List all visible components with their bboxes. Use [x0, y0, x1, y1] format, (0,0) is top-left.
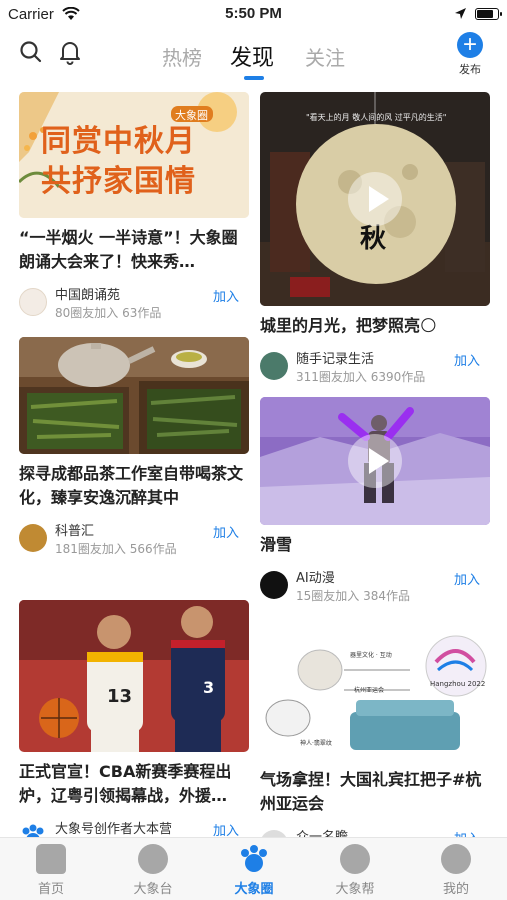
status-time: 5:50 PM	[225, 5, 282, 22]
tab-label: 大象台	[133, 882, 173, 897]
location-arrow-icon	[455, 8, 466, 19]
battery-icon	[475, 8, 502, 20]
circle-stats: 80圈友加入 63作品	[55, 306, 162, 320]
circle-stats: 311圈友加入 6390作品	[296, 370, 426, 384]
tab-hot[interactable]: 热榜	[162, 42, 202, 71]
author-name[interactable]: 科普汇	[55, 520, 94, 539]
card-thumbnail	[19, 337, 249, 454]
refresh-icon	[340, 844, 370, 874]
tab-label: 我的	[442, 882, 469, 897]
label-b: 杭州亚运会	[354, 687, 385, 694]
card-title: “一半烟火 一半诗意”！大象圈朗诵大会来了！快来秀…	[19, 228, 238, 271]
tab-daxiangtai[interactable]: 大象台	[113, 844, 193, 897]
card-thumbnail: 器里文化 · 互动 杭州亚运会 神人·翡翠纹 Hangzhou 2022	[260, 610, 490, 760]
card-meta: AI动漫 15圈友加入 384作品 加入	[260, 567, 490, 607]
card-thumbnail: "看天上的月 敬人间的风 过平凡的生活" 秋	[260, 92, 490, 306]
feed-tabs: 热榜 发现 关注	[150, 38, 360, 80]
card-thumbnail	[260, 397, 490, 525]
circle-stats: 181圈友加入 566作品	[55, 542, 177, 556]
publish-label: 发布	[459, 63, 481, 76]
banner-headline: 同赏中秋月 共抒家国情	[41, 124, 196, 199]
join-button[interactable]: 加入	[454, 569, 480, 588]
active-tab-indicator	[244, 76, 264, 80]
tab-label: 首页	[37, 882, 64, 897]
avatar[interactable]	[260, 571, 288, 599]
join-button[interactable]: 加入	[213, 286, 239, 305]
feed-card[interactable]: 13 3 正式官宣！CBA新赛季赛程出炉，辽粤引领揭幕战，外援… 大象号创作者大…	[19, 600, 249, 858]
label-c: 神人·翡翠纹	[300, 740, 332, 747]
author-name[interactable]: AI动漫	[296, 567, 335, 586]
jersey-number: 3	[203, 678, 215, 697]
status-bar: Carrier 5:50 PM	[0, 0, 507, 30]
avatar[interactable]	[19, 524, 47, 552]
feed-card[interactable]: 器里文化 · 互动 杭州亚运会 神人·翡翠纹 Hangzhou 2022 气场拿…	[260, 610, 490, 866]
tab-home[interactable]: 首页	[11, 844, 91, 897]
play-icon[interactable]	[348, 434, 402, 488]
basketball-players-image	[19, 600, 249, 752]
jersey-number: 13	[107, 686, 133, 707]
circle-stats: 15圈友加入 384作品	[296, 589, 410, 603]
bell-icon[interactable]	[58, 39, 82, 65]
card-title: 气场拿捏！大国礼宾扛把子#杭州亚运会	[260, 770, 482, 813]
feed-card[interactable]: 滑雪 AI动漫 15圈友加入 384作品 加入	[260, 397, 490, 607]
tab-me[interactable]: 我的	[416, 844, 496, 897]
card-title: 正式官宣！CBA新赛季赛程出炉，辽粤引领揭幕战，外援…	[19, 762, 232, 805]
plus-icon: +	[457, 32, 483, 58]
tab-label: 大象帮	[335, 882, 375, 897]
avatar[interactable]	[19, 288, 47, 316]
tab-label: 大象圈	[234, 882, 274, 897]
card-meta: 科普汇 181圈友加入 566作品 加入	[19, 520, 249, 560]
tab-following[interactable]: 关注	[305, 42, 345, 71]
tab-daxiangbang[interactable]: 大象帮	[315, 844, 395, 897]
label-a: 器里文化 · 互动	[350, 652, 392, 659]
card-meta: 随手记录生活 311圈友加入 6390作品 加入	[260, 348, 490, 388]
tab-discover[interactable]: 发现	[230, 40, 274, 72]
avatar[interactable]	[260, 352, 288, 380]
feed-card[interactable]: 探寻成都品茶工作室自带喝茶文化，臻享安逸沉醉其中 科普汇 181圈友加入 566…	[19, 337, 249, 560]
card-title: 探寻成都品茶工作室自带喝茶文化，臻享安逸沉醉其中	[19, 464, 244, 507]
search-icon[interactable]	[19, 40, 43, 64]
bottom-tab-bar: 首页 大象台 大象圈 大象帮 我的	[0, 837, 507, 900]
paw-icon	[239, 844, 269, 874]
author-name[interactable]: 中国朗诵苑	[55, 284, 120, 303]
banner-tag: 大象圈	[175, 109, 208, 122]
broadcast-icon	[138, 844, 168, 874]
card-thumbnail: 大象圈 同赏中秋月 共抒家国情	[19, 92, 249, 218]
author-name[interactable]: 随手记录生活	[296, 348, 374, 367]
play-icon[interactable]	[348, 172, 402, 226]
card-title: 城里的月光，把梦照亮🌕	[260, 316, 437, 335]
profile-icon	[441, 844, 471, 874]
feed-card[interactable]: "看天上的月 敬人间的风 过平凡的生活" 秋 城里的月光，把梦照亮🌕 随手记录生…	[260, 92, 490, 388]
top-header: 热榜 发现 关注 + 发布	[0, 30, 507, 80]
author-name[interactable]: 大象号创作者大本营	[55, 818, 172, 837]
tab-daxiangquan[interactable]: 大象圈	[214, 844, 294, 897]
publish-button[interactable]: + 发布	[453, 32, 487, 77]
feed-card[interactable]: 大象圈 同赏中秋月 共抒家国情 “一半烟火 一半诗意”！大象圈朗诵大会来了！快来…	[19, 92, 249, 324]
card-thumbnail: 13 3	[19, 600, 249, 752]
tea-leaves-image	[19, 337, 249, 454]
asian-games-logo-text: Hangzhou 2022	[430, 680, 486, 688]
card-title: 滑雪	[260, 535, 293, 554]
join-button[interactable]: 加入	[213, 522, 239, 541]
home-icon	[36, 844, 66, 874]
join-button[interactable]: 加入	[454, 350, 480, 369]
card-meta: 中国朗诵苑 80圈友加入 63作品 加入	[19, 284, 249, 324]
image-overlay-caption: "看天上的月 敬人间的风 过平凡的生活"	[306, 113, 447, 122]
